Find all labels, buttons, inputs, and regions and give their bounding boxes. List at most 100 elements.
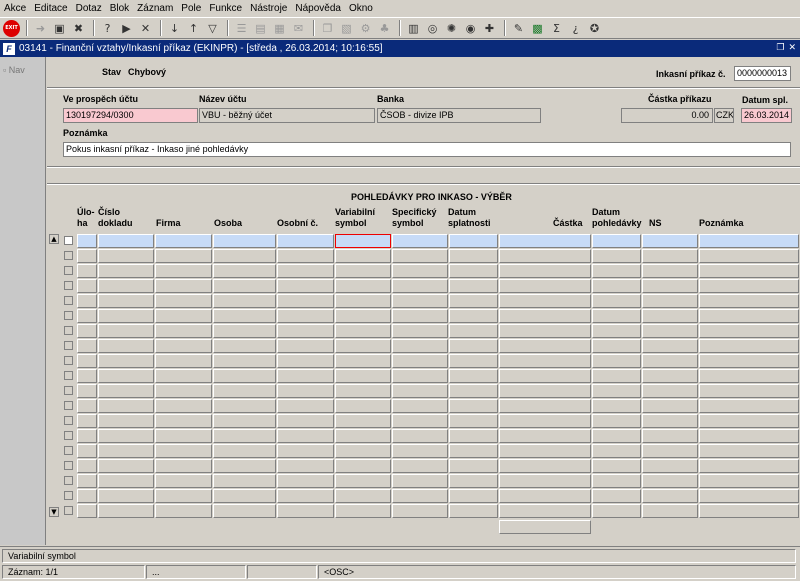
cell-variabilni-symbol[interactable] — [335, 309, 391, 323]
cell-ns[interactable] — [642, 489, 698, 503]
cell-firma[interactable] — [155, 459, 212, 473]
cell-cislo-dokladu[interactable] — [98, 249, 154, 263]
cell-variabilni-symbol[interactable] — [335, 264, 391, 278]
cell-datum-pohledavky[interactable] — [592, 234, 641, 248]
cell-uloha[interactable] — [77, 354, 97, 368]
cell-castka[interactable] — [499, 489, 591, 503]
cell-firma[interactable] — [155, 474, 212, 488]
cell-datum-pohledavky[interactable] — [592, 279, 641, 293]
cell-uloha[interactable] — [77, 429, 97, 443]
cell-datum-splatnosti[interactable] — [449, 264, 498, 278]
cell-ns[interactable] — [642, 234, 698, 248]
list-icon[interactable]: ☰ — [233, 20, 250, 37]
cell-castka[interactable] — [499, 249, 591, 263]
table-row[interactable] — [47, 459, 800, 473]
cell-osoba[interactable] — [213, 429, 276, 443]
cell-cislo-dokladu[interactable] — [98, 504, 154, 518]
cell-specificky-symbol[interactable] — [392, 369, 448, 383]
cell-variabilni-symbol[interactable] — [335, 384, 391, 398]
cell-firma[interactable] — [155, 399, 212, 413]
inkasni-prikaz-field[interactable]: 0000000013 — [734, 66, 791, 81]
nav-button[interactable]: ▫ Nav — [3, 65, 25, 75]
cell-osoba[interactable] — [213, 384, 276, 398]
cell-ns[interactable] — [642, 399, 698, 413]
cell-specificky-symbol[interactable] — [392, 399, 448, 413]
cell-datum-splatnosti[interactable] — [449, 369, 498, 383]
cell-firma[interactable] — [155, 429, 212, 443]
cell-uloha[interactable] — [77, 459, 97, 473]
cell-specificky-symbol[interactable] — [392, 324, 448, 338]
menu-zaznam[interactable]: Záznam — [137, 3, 173, 14]
cell-specificky-symbol[interactable] — [392, 459, 448, 473]
cell-osoba[interactable] — [213, 264, 276, 278]
cell-osobni-cislo[interactable] — [277, 459, 334, 473]
cell-firma[interactable] — [155, 324, 212, 338]
cell-datum-splatnosti[interactable] — [449, 489, 498, 503]
table-row[interactable] — [47, 384, 800, 398]
cell-osoba[interactable] — [213, 489, 276, 503]
cell-castka[interactable] — [499, 414, 591, 428]
cell-datum-pohledavky[interactable] — [592, 369, 641, 383]
cell-datum-splatnosti[interactable] — [449, 384, 498, 398]
cell-uloha[interactable] — [77, 294, 97, 308]
cell-specificky-symbol[interactable] — [392, 429, 448, 443]
cell-datum-pohledavky[interactable] — [592, 339, 641, 353]
cell-ns[interactable] — [642, 339, 698, 353]
menu-pole[interactable]: Pole — [181, 3, 201, 14]
cell-specificky-symbol[interactable] — [392, 444, 448, 458]
cell-datum-pohledavky[interactable] — [592, 474, 641, 488]
cell-variabilni-symbol[interactable] — [335, 324, 391, 338]
cell-datum-splatnosti[interactable] — [449, 444, 498, 458]
mail-icon[interactable]: ✉ — [290, 20, 307, 37]
cell-castka[interactable] — [499, 279, 591, 293]
cell-castka[interactable] — [499, 429, 591, 443]
help-icon[interactable]: ¿ — [567, 20, 584, 37]
cell-variabilni-symbol[interactable] — [335, 339, 391, 353]
row-checkbox[interactable] — [64, 446, 73, 455]
cell-ns[interactable] — [642, 354, 698, 368]
cell-specificky-symbol[interactable] — [392, 474, 448, 488]
cell-osoba[interactable] — [213, 279, 276, 293]
cell-castka[interactable] — [499, 369, 591, 383]
cell-ns[interactable] — [642, 309, 698, 323]
row-checkbox[interactable] — [64, 251, 73, 260]
table-row[interactable] — [47, 249, 800, 263]
cell-poznamka[interactable] — [699, 309, 799, 323]
row-checkbox[interactable] — [64, 476, 73, 485]
cell-cislo-dokladu[interactable] — [98, 264, 154, 278]
cell-firma[interactable] — [155, 339, 212, 353]
excel-icon[interactable]: ▩ — [529, 20, 546, 37]
cell-castka[interactable] — [499, 234, 591, 248]
cell-castka[interactable] — [499, 474, 591, 488]
cell-datum-splatnosti[interactable] — [449, 399, 498, 413]
calculator-icon[interactable]: ▥ — [405, 20, 422, 37]
cell-firma[interactable] — [155, 249, 212, 263]
table-row[interactable] — [47, 414, 800, 428]
cell-castka[interactable] — [499, 444, 591, 458]
sort-desc-icon[interactable]: ↑ — [185, 20, 202, 37]
cell-osoba[interactable] — [213, 339, 276, 353]
cell-datum-splatnosti[interactable] — [449, 354, 498, 368]
cell-poznamka[interactable] — [699, 294, 799, 308]
cell-castka[interactable] — [499, 339, 591, 353]
cell-cislo-dokladu[interactable] — [98, 429, 154, 443]
cell-osoba[interactable] — [213, 444, 276, 458]
menu-funkce[interactable]: Funkce — [209, 3, 242, 14]
cell-datum-pohledavky[interactable] — [592, 459, 641, 473]
cell-firma[interactable] — [155, 369, 212, 383]
cell-osoba[interactable] — [213, 234, 276, 248]
cell-datum-splatnosti[interactable] — [449, 339, 498, 353]
delete-record-icon[interactable]: ✖ — [70, 20, 87, 37]
query-icon[interactable]: ? — [99, 20, 116, 37]
close-icon[interactable]: ✕ — [788, 42, 796, 53]
cell-castka[interactable] — [499, 384, 591, 398]
cell-datum-splatnosti[interactable] — [449, 279, 498, 293]
cell-ns[interactable] — [642, 414, 698, 428]
cell-firma[interactable] — [155, 354, 212, 368]
cell-datum-pohledavky[interactable] — [592, 294, 641, 308]
cell-poznamka[interactable] — [699, 489, 799, 503]
cancel-query-icon[interactable]: ✕ — [137, 20, 154, 37]
cell-poznamka[interactable] — [699, 474, 799, 488]
menu-nastroje[interactable]: Nástroje — [250, 3, 287, 14]
cell-datum-pohledavky[interactable] — [592, 399, 641, 413]
